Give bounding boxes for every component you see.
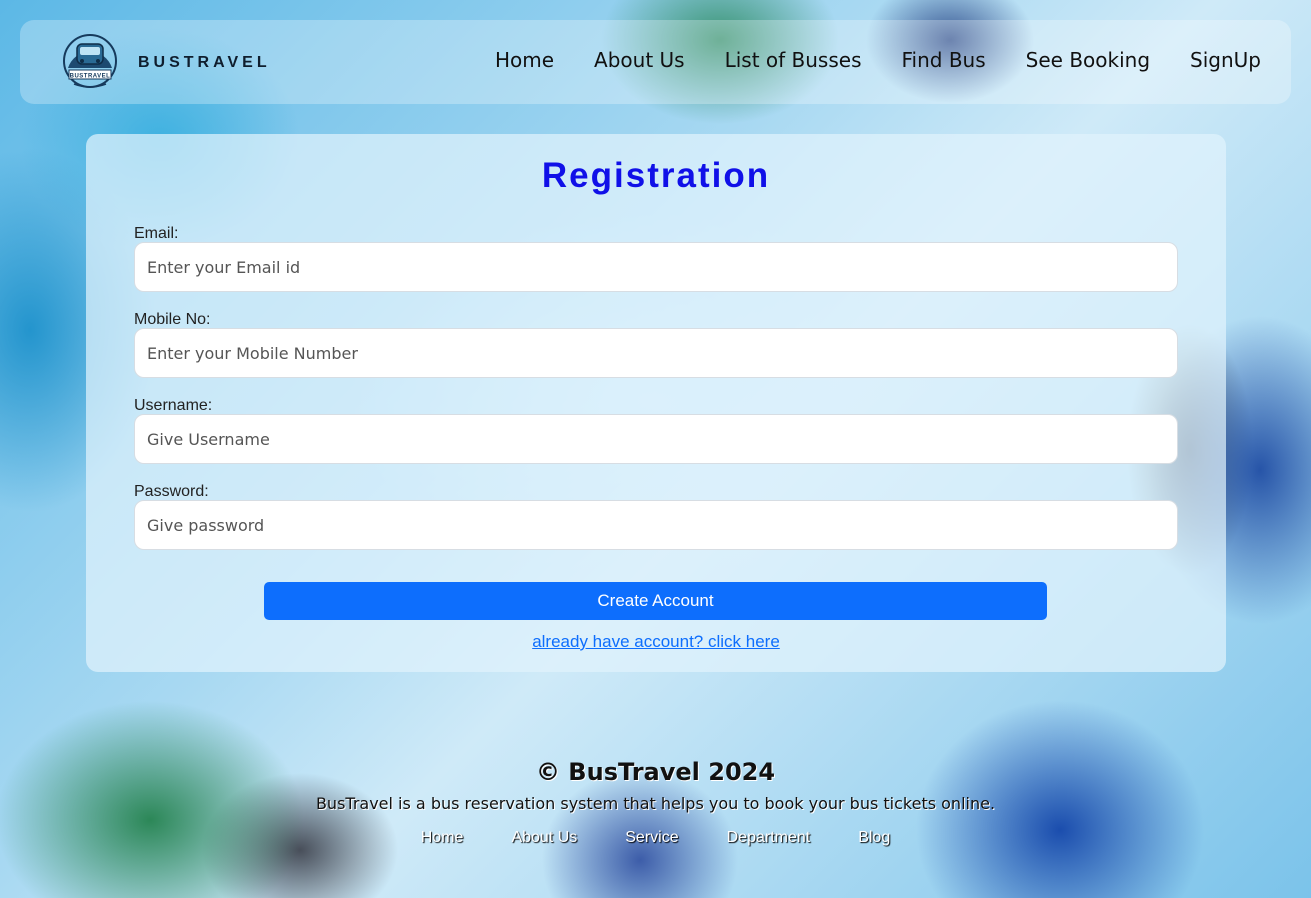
mobile-field[interactable]: [134, 328, 1178, 378]
password-field-group: Password:: [134, 482, 1178, 550]
create-account-button[interactable]: Create Account: [264, 582, 1047, 620]
bus-logo-icon: BUSTRAVEL: [63, 34, 117, 88]
top-navbar: BUSTRAVEL BUSTRAVEL Home About Us List o…: [20, 20, 1291, 104]
footer-link-home[interactable]: Home: [421, 829, 464, 847]
footer-link-department[interactable]: Department: [727, 829, 811, 847]
footer-description: BusTravel is a bus reservation system th…: [315, 794, 996, 813]
footer-link-about-us[interactable]: About Us: [511, 829, 577, 847]
brand[interactable]: BUSTRAVEL BUSTRAVEL: [60, 34, 271, 92]
nav-link-list-of-busses[interactable]: List of Busses: [725, 48, 862, 72]
nav-link-see-booking[interactable]: See Booking: [1026, 48, 1150, 72]
login-link[interactable]: already have account? click here: [86, 632, 1226, 652]
password-field[interactable]: [134, 500, 1178, 550]
footer-link-service[interactable]: Service: [625, 829, 678, 847]
footer-link-blog[interactable]: Blog: [858, 829, 890, 847]
username-field[interactable]: [134, 414, 1178, 464]
footer-copyright: © BusTravel 2024: [535, 758, 776, 786]
email-field[interactable]: [134, 242, 1178, 292]
footer-links: Home About Us Service Department Blog: [0, 829, 1311, 847]
username-field-group: Username:: [134, 396, 1178, 464]
email-label: Email:: [134, 225, 179, 242]
mobile-field-group: Mobile No:: [134, 310, 1178, 378]
nav-link-signup[interactable]: SignUp: [1190, 48, 1261, 72]
page-title: Registration: [541, 156, 771, 195]
email-field-group: Email:: [134, 224, 1178, 292]
nav-link-about-us[interactable]: About Us: [594, 48, 685, 72]
nav-menu: Home About Us List of Busses Find Bus Se…: [495, 48, 1261, 72]
footer: © BusTravel 2024 BusTravel is a bus rese…: [0, 758, 1311, 847]
svg-text:BUSTRAVEL: BUSTRAVEL: [70, 74, 111, 80]
nav-link-home[interactable]: Home: [495, 48, 554, 72]
brand-name: BUSTRAVEL: [138, 54, 271, 71]
username-label: Username:: [134, 397, 213, 414]
registration-card: Registration Email: Mobile No: Username:…: [86, 134, 1226, 672]
nav-link-find-bus[interactable]: Find Bus: [902, 48, 986, 72]
mobile-label: Mobile No:: [134, 311, 211, 328]
password-label: Password:: [134, 483, 209, 500]
